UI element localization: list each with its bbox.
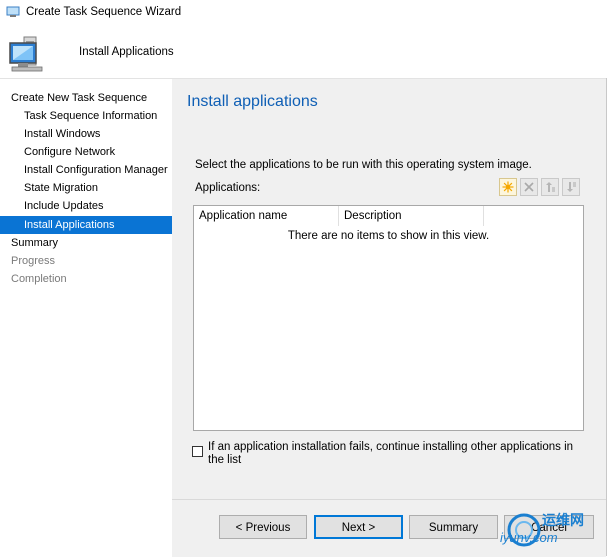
move-down-icon[interactable] bbox=[562, 178, 580, 196]
new-star-icon[interactable] bbox=[499, 178, 517, 196]
site-watermark: 运维网 iyunv.com bbox=[500, 508, 606, 556]
delete-x-icon[interactable] bbox=[520, 178, 538, 196]
content-pane: Install applications Select the applicat… bbox=[172, 78, 606, 557]
column-header-application-name[interactable]: Application name bbox=[194, 206, 339, 226]
computer-icon bbox=[6, 6, 20, 17]
nav-step-include-updates[interactable]: Include Updates bbox=[0, 197, 172, 215]
nav-step-task-sequence-information[interactable]: Task Sequence Information bbox=[0, 107, 172, 125]
column-header-description[interactable]: Description bbox=[339, 206, 484, 226]
nav-step-create-new-task-sequence[interactable]: Create New Task Sequence bbox=[0, 89, 172, 107]
computer-icon bbox=[9, 36, 43, 72]
nav-step-summary[interactable]: Summary bbox=[0, 234, 172, 252]
nav-step-completion: Completion bbox=[11, 273, 67, 285]
page-title: Install applications bbox=[187, 93, 318, 110]
nav-step-install-windows[interactable]: Install Windows bbox=[0, 125, 172, 143]
previous-button[interactable]: < Previous bbox=[219, 515, 307, 539]
nav-step-configure-network[interactable]: Configure Network bbox=[0, 143, 172, 161]
continue-on-fail-label[interactable]: If an application installation fails, co… bbox=[208, 441, 588, 467]
applications-label: Applications: bbox=[195, 182, 261, 194]
nav-step-progress: Progress bbox=[11, 255, 56, 267]
nav-step-install-applications[interactable]: Install Applications bbox=[0, 216, 172, 234]
watermark-line1: 运维网 bbox=[542, 512, 584, 528]
move-up-icon[interactable] bbox=[541, 178, 559, 196]
window-title: Create Task Sequence Wizard bbox=[26, 6, 182, 18]
wizard-steps-sidebar: Create New Task Sequence Task Sequence I… bbox=[0, 78, 172, 557]
applications-list[interactable]: Application name Description There are n… bbox=[193, 205, 584, 431]
next-button[interactable]: Next > bbox=[314, 515, 403, 539]
header-title: Install Applications bbox=[79, 46, 174, 58]
empty-list-message: There are no items to show in this view. bbox=[287, 230, 490, 242]
nav-step-install-configuration-manager[interactable]: Install Configuration Manager bbox=[0, 161, 172, 179]
watermark-line2: iyunv.com bbox=[500, 530, 558, 545]
wizard-window: Create Task Sequence Wizard Install Appl… bbox=[0, 0, 607, 557]
footer-divider bbox=[172, 499, 606, 500]
nav-step-state-migration[interactable]: State Migration bbox=[0, 179, 172, 197]
summary-button[interactable]: Summary bbox=[409, 515, 498, 539]
page-description: Select the applications to be run with t… bbox=[195, 159, 532, 171]
continue-on-fail-checkbox[interactable] bbox=[192, 446, 203, 457]
title-bar: Create Task Sequence Wizard bbox=[0, 0, 607, 25]
wizard-header: Install Applications bbox=[0, 25, 607, 78]
